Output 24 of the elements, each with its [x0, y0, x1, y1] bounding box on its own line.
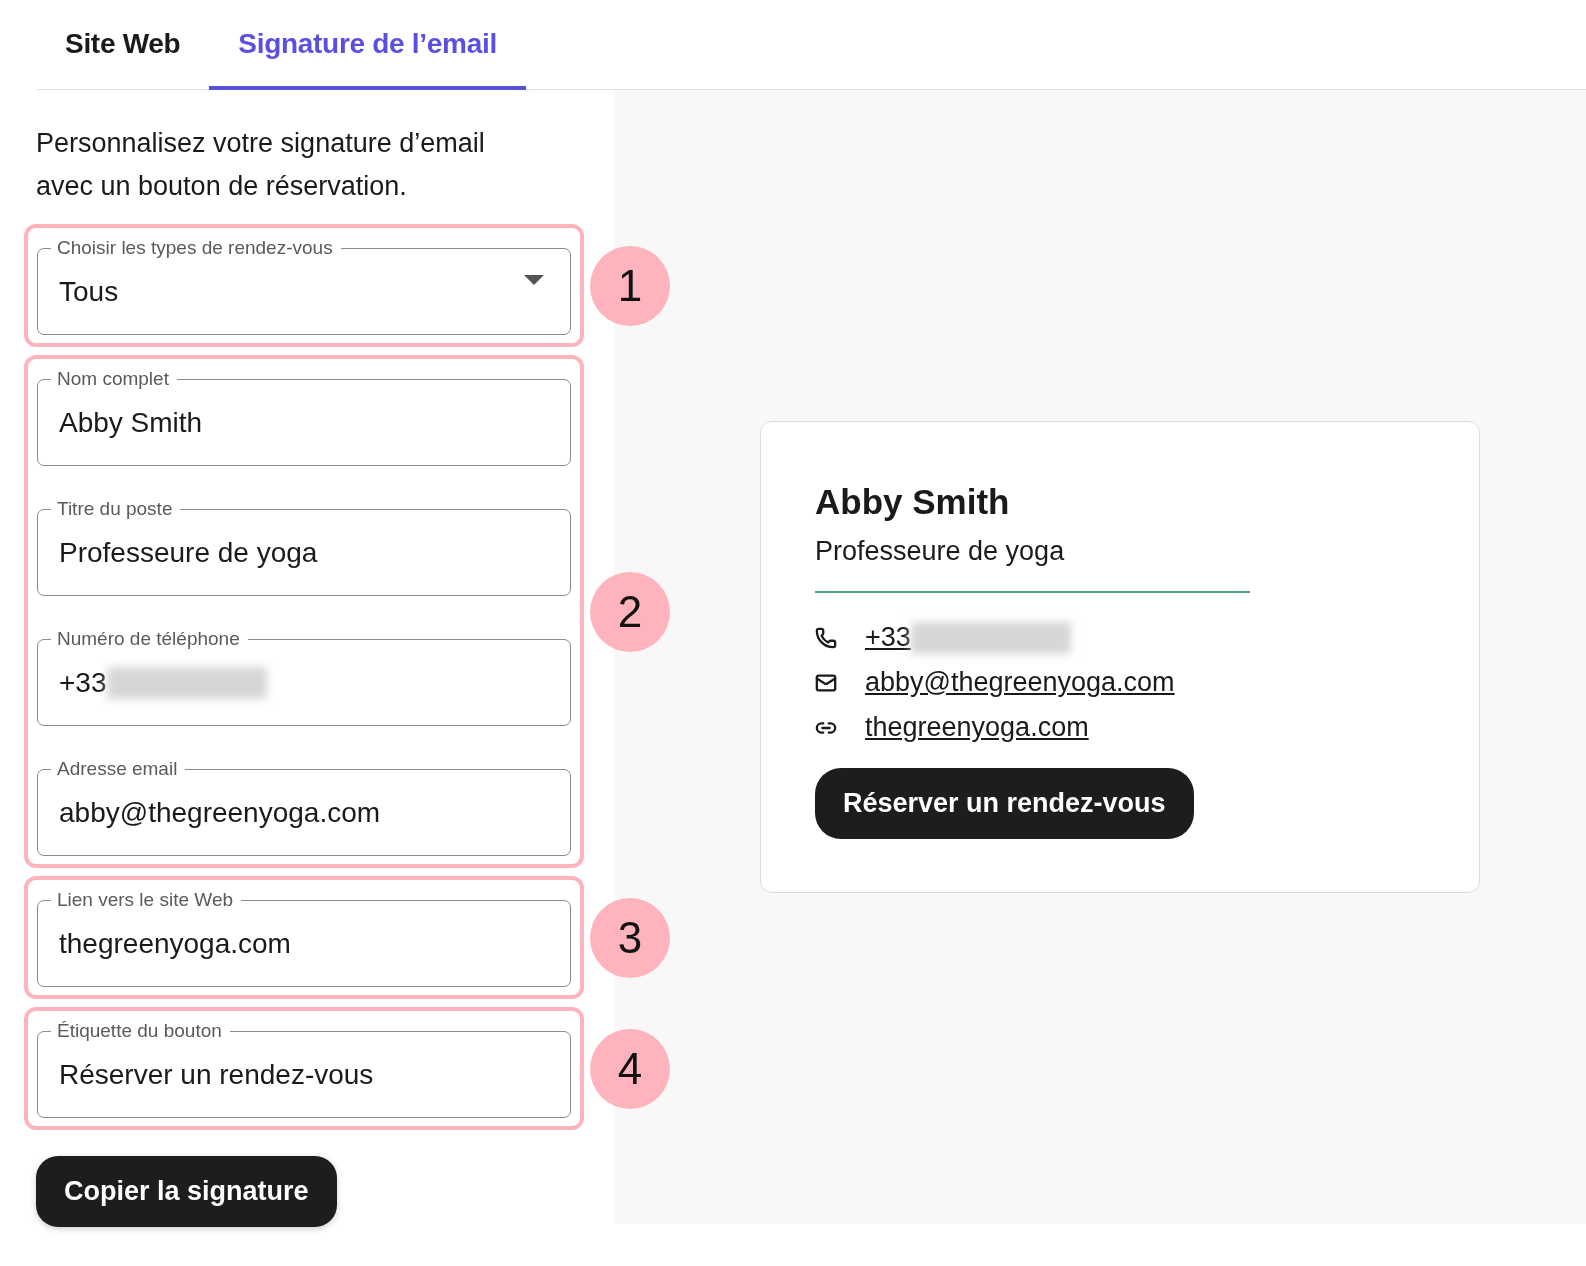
caret-icon [524, 275, 544, 285]
field-value: +33 [59, 666, 107, 699]
contact-link[interactable]: abby@thegreenyoga.com [865, 667, 1175, 698]
field-value: thegreenyoga.com [59, 927, 291, 960]
phone-icon [815, 626, 837, 649]
tab[interactable]: Signature de l’email [209, 0, 526, 90]
step-number: 3 [590, 897, 670, 978]
field-value: Professeure de yoga [59, 536, 318, 569]
field-value: Tous [59, 275, 119, 308]
field-value: Abby Smith [59, 406, 203, 439]
step-number: 2 [590, 571, 670, 652]
book-button[interactable]: Réserver un rendez-vous [815, 768, 1194, 839]
field-value: abby@thegreenyoga.com [59, 796, 381, 829]
field-value: Réserver un rendez-vous [59, 1058, 374, 1091]
signature-title: Professeure de yoga [815, 536, 1066, 568]
intro-text: Personnalisez votre signature d’email avec un bouton de réservation. [36, 127, 486, 203]
contact-link[interactable]: thegreenyoga.com [865, 712, 1089, 743]
tab[interactable]: Site Web [36, 0, 210, 90]
step-number: 1 [590, 245, 670, 326]
contact-link[interactable]: +33 [865, 622, 911, 653]
step-number: 4 [590, 1028, 670, 1109]
field-label: Étiquette du bouton [51, 1020, 230, 1042]
copy-signature-button[interactable]: Copier la signature [36, 1156, 337, 1227]
signature-name: Abby Smith [815, 482, 1011, 522]
